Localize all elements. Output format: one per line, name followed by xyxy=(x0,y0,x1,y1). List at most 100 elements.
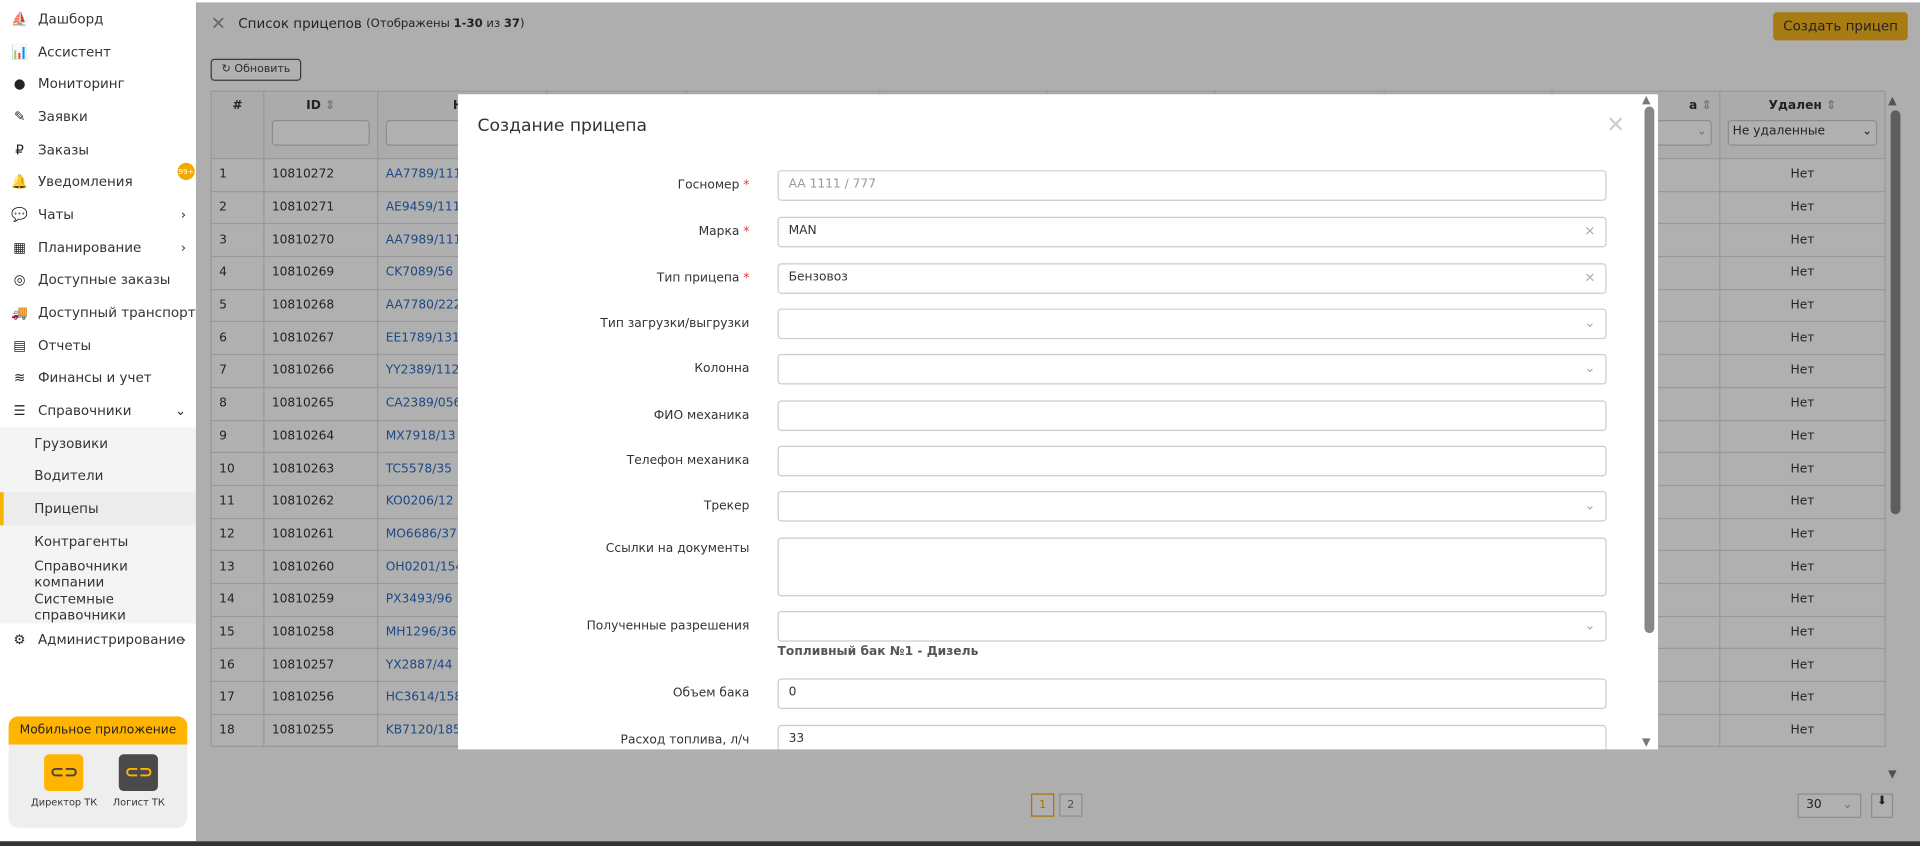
ruble-icon: ₽ xyxy=(15,141,24,158)
sidebar-item-label: Заказы xyxy=(37,141,90,158)
gear-icon: ⚙ xyxy=(13,631,26,648)
sidebar-item-9[interactable]: 🚚 Доступный транспорт xyxy=(0,297,196,330)
field-input-11[interactable]: 33 xyxy=(777,724,1607,750)
submenu: Грузовики Водители Прицепы Контрагенты Справ… xyxy=(0,427,196,624)
app-logo-icon: ⊂⊃ xyxy=(44,754,84,792)
form-row: ФИО механика xyxy=(458,400,1634,432)
field-label: Тип прицепа * xyxy=(656,271,750,286)
sidebar-item-8[interactable]: ◎ Доступные заказы xyxy=(0,264,196,297)
submenu-item-3[interactable]: Контрагенты xyxy=(0,525,196,558)
edit-icon: ✎ xyxy=(13,108,26,125)
field-input-3[interactable]: ⌄ xyxy=(777,308,1607,340)
chevron-down-icon[interactable]: ⌄ xyxy=(1584,360,1595,376)
field-label: Марка * xyxy=(698,225,750,239)
field-input-4[interactable]: ⌄ xyxy=(777,353,1607,385)
chevron-icon: › xyxy=(180,631,187,648)
field-label: Телефон механика xyxy=(626,454,750,468)
chevron-down-icon[interactable]: ⌄ xyxy=(1584,617,1595,633)
field-input-8[interactable] xyxy=(777,537,1607,597)
sidebar-item-2[interactable]: ● Мониторинг xyxy=(0,68,196,101)
field-input-9[interactable]: ⌄ xyxy=(777,611,1607,642)
chevron-down-icon[interactable]: ⌄ xyxy=(1584,497,1595,513)
field-input-10[interactable]: 0 xyxy=(777,678,1607,709)
field-label: Объем бака xyxy=(672,686,750,701)
submenu-item-4[interactable]: Справочники компании xyxy=(0,558,196,591)
form-row: Марка * MAN × xyxy=(458,216,1634,248)
sidebar-item-5[interactable]: 🔔 Уведомления 99+ xyxy=(0,163,196,199)
form-row: Полученные разрешения ⌄ xyxy=(458,611,1634,642)
chevron-icon: › xyxy=(180,239,187,256)
form-row: Телефон механика xyxy=(458,445,1634,477)
field-label: Полученные разрешения xyxy=(586,619,750,634)
list-icon: ☰ xyxy=(13,402,26,419)
field-input-5[interactable] xyxy=(777,400,1607,432)
app-logist[interactable]: ⊂⊃ Логист ТК xyxy=(113,754,165,808)
field-label: ФИО механика xyxy=(653,408,750,423)
field-label: Тип загрузки/выгрузки xyxy=(600,317,750,331)
form-row: Трекер ⌄ xyxy=(458,491,1634,522)
field-label: Трекер xyxy=(703,499,750,514)
app-director[interactable]: ⊂⊃ Директор ТК xyxy=(31,754,97,808)
sidebar-item-12[interactable]: ☰ Справочники ⌄ xyxy=(0,395,196,428)
sidebar-item-7[interactable]: ▦ Планирование › xyxy=(0,231,196,264)
create-trailer-modal: Создание прицепа ✕ Госномер * AA 1111 / … xyxy=(457,94,1658,750)
sidebar-item-label: Планирование xyxy=(37,239,142,256)
sidebar-item-label: Доступный транспорт xyxy=(37,304,196,321)
field-input-6[interactable] xyxy=(777,445,1607,477)
chevron-down-icon[interactable]: ⌄ xyxy=(1584,315,1595,331)
field-input-0[interactable]: AA 1111 / 777 xyxy=(777,170,1607,201)
chat-icon: 💬 xyxy=(11,206,28,223)
field-input-7[interactable]: ⌄ xyxy=(777,491,1607,522)
compass-icon: ◎ xyxy=(13,272,26,289)
map-pin-icon: ● xyxy=(13,76,26,93)
form-row: Объем бака 0 xyxy=(458,678,1634,709)
submenu-item-2[interactable]: Прицепы xyxy=(0,492,196,526)
sidebar-item-label: Финансы и учет xyxy=(37,370,152,387)
submenu-item-1[interactable]: Водители xyxy=(0,460,196,493)
clear-icon[interactable]: × xyxy=(1584,223,1595,239)
sidebar-item-label: Мониторинг xyxy=(37,76,125,93)
chevron-icon: › xyxy=(180,206,187,223)
chart-icon: 📊 xyxy=(11,43,28,60)
tank-title: Топливный бак №1 - Дизель xyxy=(777,645,979,659)
sidebar-item-label: Отчеты xyxy=(37,337,92,354)
field-label: Расход топлива, л/ч xyxy=(620,733,750,747)
sidebar-item-label: Заявки xyxy=(37,108,88,125)
sidebar-item-6[interactable]: 💬 Чаты › xyxy=(0,199,196,232)
calendar-icon: ▦ xyxy=(13,239,26,256)
sidebar-item-label: Чаты xyxy=(37,206,74,223)
notification-badge: 99+ xyxy=(177,163,195,181)
submenu-item-5[interactable]: Системные справочники xyxy=(0,591,196,624)
taskbar xyxy=(0,841,1920,846)
sidebar: ⛵ Дашборд 📊 Ассистент ● Мониторинг ✎ Заявки ₽ Зак… xyxy=(0,2,196,842)
app-logo-icon: ⊂⊃ xyxy=(119,754,159,792)
field-input-2[interactable]: Бензовоз × xyxy=(777,263,1607,294)
field-label: Колонна xyxy=(694,362,750,376)
field-label: Госномер * xyxy=(677,178,750,193)
sidebar-item-1[interactable]: 📊 Ассистент xyxy=(0,35,196,68)
sidebar-item-11[interactable]: ≋ Финансы и учет xyxy=(0,362,196,395)
clear-icon[interactable]: × xyxy=(1584,269,1595,285)
sidebar-item-10[interactable]: ▤ Отчеты xyxy=(0,329,196,362)
field-input-1[interactable]: MAN × xyxy=(777,216,1607,248)
sidebar-item-4[interactable]: ₽ Заказы xyxy=(0,133,196,166)
dashboard-icon: ⛵ xyxy=(11,10,28,27)
sidebar-item-label: Справочники xyxy=(37,402,132,419)
form-row: Госномер * AA 1111 / 777 xyxy=(458,170,1634,201)
sidebar-item-label: Дашборд xyxy=(37,10,104,27)
form-row: Тип прицепа * Бензовоз × xyxy=(458,263,1634,294)
chevron-icon: ⌄ xyxy=(174,402,187,419)
modal-scrollbar[interactable]: ▲ ▼ xyxy=(1642,94,1657,749)
coins-icon: ≋ xyxy=(13,370,26,387)
form-row: Ссылки на документы xyxy=(458,537,1634,597)
sidebar-item-label: Доступные заказы xyxy=(37,272,171,289)
sidebar-item-admin[interactable]: ⚙ Администрирование › xyxy=(0,623,196,656)
submenu-item-0[interactable]: Грузовики xyxy=(0,427,196,460)
modal-title: Создание прицепа xyxy=(477,116,647,136)
modal-close-icon[interactable]: ✕ xyxy=(1607,113,1625,139)
mobile-app-title: Мобильное приложение xyxy=(8,716,188,745)
sidebar-item-0[interactable]: ⛵ Дашборд xyxy=(0,2,196,35)
form-row: Расход топлива, л/ч 33 xyxy=(458,724,1634,750)
mobile-app-card: Мобильное приложение ⊂⊃ Директор ТК ⊂⊃ Лог… xyxy=(8,716,188,828)
sidebar-item-3[interactable]: ✎ Заявки xyxy=(0,100,196,133)
